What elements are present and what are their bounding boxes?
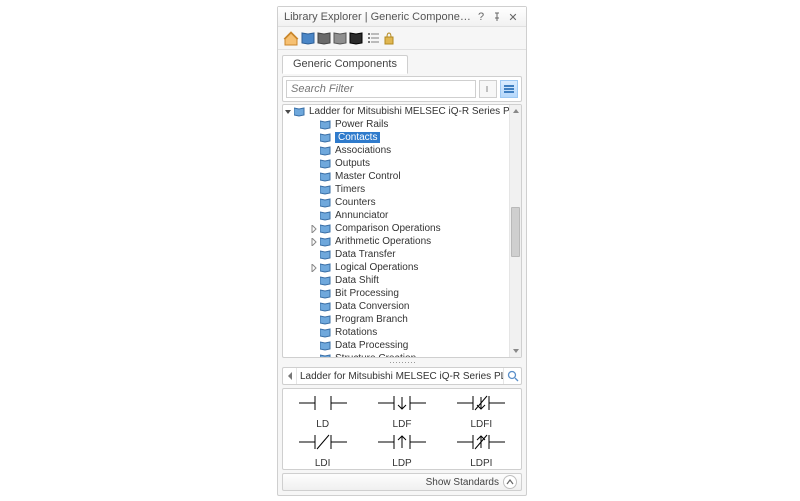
category-icon — [320, 275, 332, 287]
tree-item[interactable]: Structure Creation — [283, 352, 509, 357]
twisty-closed-icon[interactable] — [309, 224, 319, 234]
tree-item[interactable]: Rotations — [283, 326, 509, 339]
contact-symbol-icon — [455, 430, 507, 454]
tree-item[interactable]: Data Processing — [283, 339, 509, 352]
category-icon — [320, 158, 332, 170]
contact-symbol-icon — [297, 430, 349, 454]
tree-item[interactable]: Counters — [283, 196, 509, 209]
scrollbar[interactable] — [509, 105, 521, 357]
tree-item[interactable]: Comparison Operations — [283, 222, 509, 235]
category-icon — [320, 171, 332, 183]
tabstrip: Generic Components — [278, 50, 526, 73]
category-icon — [320, 236, 332, 248]
symbol-ldp[interactable]: LDP — [362, 430, 441, 469]
search-input[interactable] — [286, 80, 476, 98]
symbol-ldi[interactable]: LDI — [283, 430, 362, 469]
tree-item[interactable]: Arithmetic Operations — [283, 235, 509, 248]
tree-item[interactable]: Associations — [283, 144, 509, 157]
list-view-icon — [368, 33, 379, 43]
tree-item[interactable]: Bit Processing — [283, 287, 509, 300]
category-icon — [320, 262, 332, 274]
symbol-ldpi[interactable]: LDPI — [442, 430, 521, 469]
category-icon — [320, 119, 332, 131]
show-standards-label[interactable]: Show Standards — [426, 477, 499, 488]
contact-symbol-icon — [297, 391, 349, 415]
close-icon[interactable]: ✕ — [506, 10, 520, 24]
tree-root[interactable]: Ladder for Mitsubishi MELSEC iQ-R Series… — [283, 105, 509, 118]
search-frame — [282, 76, 522, 102]
category-icon — [320, 340, 332, 352]
expand-up-icon[interactable] — [503, 475, 517, 489]
help-icon[interactable]: ? — [474, 10, 488, 24]
home-icon — [284, 32, 298, 45]
splitter[interactable] — [282, 360, 522, 366]
tree-item[interactable]: Master Control — [283, 170, 509, 183]
breadcrumb: Ladder for Mitsubishi MELSEC iQ-R Series… — [282, 367, 522, 385]
category-icon — [320, 184, 332, 196]
category-icon — [320, 132, 332, 144]
symbol-ldfi[interactable]: LDFI — [442, 391, 521, 430]
category-icon — [320, 314, 332, 326]
symbol-gallery: LDLDFLDFI LDILDPLDPI — [282, 388, 522, 470]
category-icon — [320, 223, 332, 235]
tree-item[interactable]: Data Transfer — [283, 248, 509, 261]
scroll-down-icon — [510, 345, 521, 357]
tree-view[interactable]: Ladder for Mitsubishi MELSEC iQ-R Series… — [282, 104, 522, 358]
footer-bar: Show Standards — [282, 473, 522, 491]
category-icon — [320, 249, 332, 261]
tree-item[interactable]: Logical Operations — [283, 261, 509, 274]
category-icon — [320, 145, 332, 157]
category-icon — [320, 197, 332, 209]
tree-item[interactable]: Contacts — [283, 131, 509, 144]
folder-icon — [294, 106, 306, 118]
scroll-up-icon — [510, 105, 521, 117]
tree-item[interactable]: Data Conversion — [283, 300, 509, 313]
twisty-closed-icon[interactable] — [309, 263, 319, 273]
tree-item[interactable]: Power Rails — [283, 118, 509, 131]
twisty-closed-icon[interactable] — [309, 237, 319, 247]
window-title: Library Explorer | Generic Components — [284, 11, 472, 23]
breadcrumb-search-icon[interactable] — [503, 368, 521, 384]
book-icon-3 — [334, 33, 346, 44]
scroll-thumb[interactable] — [511, 207, 520, 257]
toolbar — [278, 27, 526, 50]
breadcrumb-back-icon[interactable] — [283, 368, 297, 384]
lock-icon — [385, 33, 393, 44]
tree-item[interactable]: Outputs — [283, 157, 509, 170]
tree-item[interactable]: Data Shift — [283, 274, 509, 287]
tab-generic-components[interactable]: Generic Components — [282, 55, 408, 74]
filter-button[interactable] — [500, 80, 518, 98]
book-icon-2 — [318, 33, 330, 44]
book-icon-1 — [302, 33, 314, 44]
search-clear-button[interactable] — [479, 80, 497, 98]
twisty-open-icon[interactable] — [285, 107, 293, 117]
category-icon — [320, 210, 332, 222]
tree-item[interactable]: Timers — [283, 183, 509, 196]
contact-symbol-icon — [455, 391, 507, 415]
pin-icon[interactable] — [490, 10, 504, 24]
symbol-ldf[interactable]: LDF — [362, 391, 441, 430]
category-icon — [320, 301, 332, 313]
titlebar: Library Explorer | Generic Components ? … — [278, 7, 526, 27]
category-icon — [320, 327, 332, 339]
tree-item[interactable]: Program Branch — [283, 313, 509, 326]
library-explorer-panel: Library Explorer | Generic Components ? … — [277, 6, 527, 496]
tree-item[interactable]: Annunciator — [283, 209, 509, 222]
contact-symbol-icon — [376, 430, 428, 454]
contact-symbol-icon — [376, 391, 428, 415]
category-icon — [320, 353, 332, 358]
symbol-ld[interactable]: LD — [283, 391, 362, 430]
book-icon-4 — [350, 33, 362, 44]
category-icon — [320, 288, 332, 300]
breadcrumb-root[interactable]: Ladder for Mitsubishi MELSEC iQ-R Series… — [300, 371, 503, 382]
